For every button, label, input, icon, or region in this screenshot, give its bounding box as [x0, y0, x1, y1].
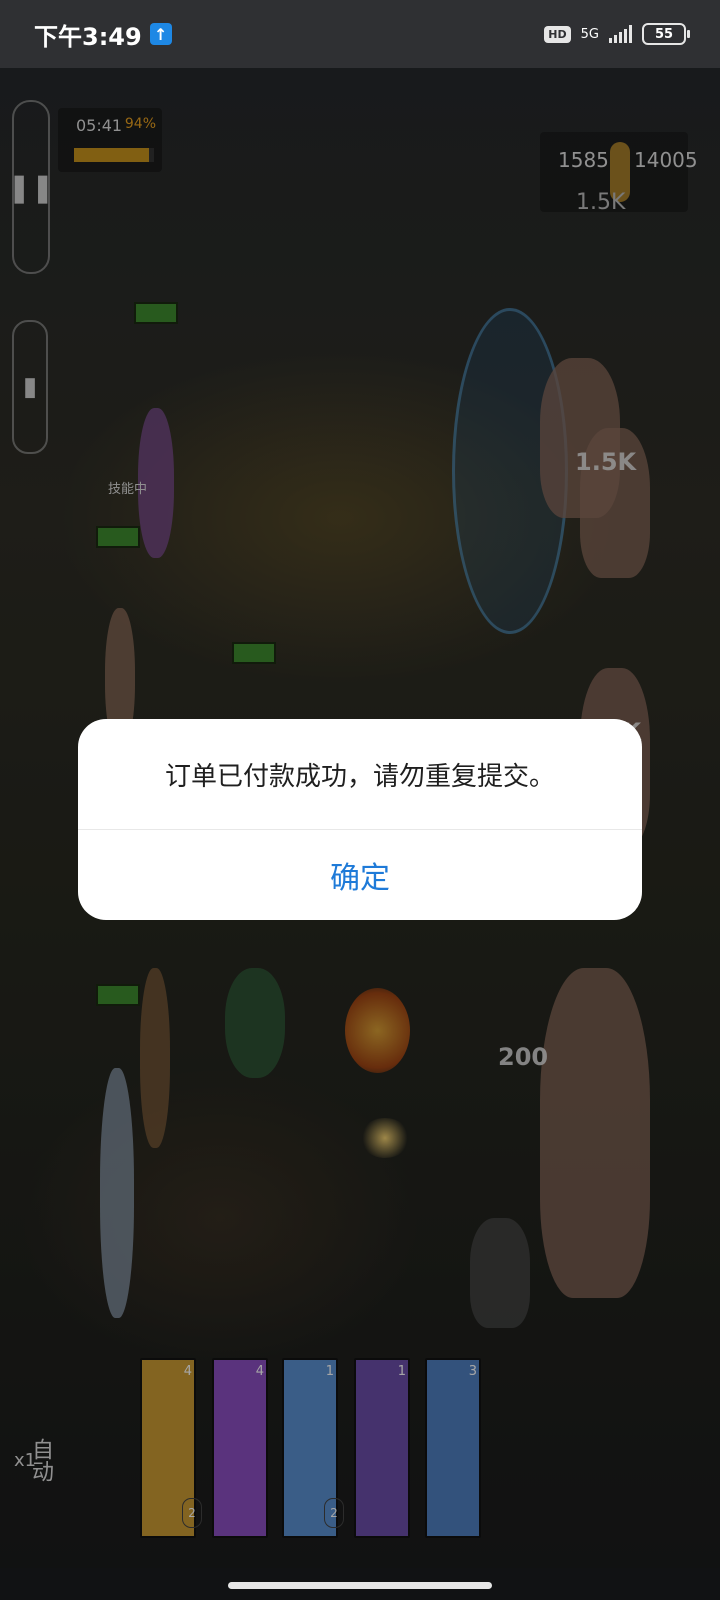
clock: 下午3:49 — [34, 22, 142, 51]
battery-icon: 55 — [642, 23, 690, 45]
upload-notification-icon: ↑ — [149, 23, 172, 45]
network-type: 5G — [580, 26, 599, 42]
status-bar: 下午3:49 ↑ HD 5G 55 — [0, 0, 720, 68]
alert-dialog: 订单已付款成功，请勿重复提交。 确定 — [78, 719, 642, 920]
hd-badge: HD — [544, 25, 571, 43]
battery-level: 55 — [654, 26, 674, 42]
home-indicator[interactable] — [228, 1582, 492, 1589]
confirm-button[interactable]: 确定 — [78, 830, 642, 920]
status-right: HD 5G 55 — [544, 23, 690, 45]
signal-icon — [609, 25, 632, 43]
dialog-message: 订单已付款成功，请勿重复提交。 — [164, 761, 555, 792]
status-left: 下午3:49 ↑ — [34, 17, 172, 52]
